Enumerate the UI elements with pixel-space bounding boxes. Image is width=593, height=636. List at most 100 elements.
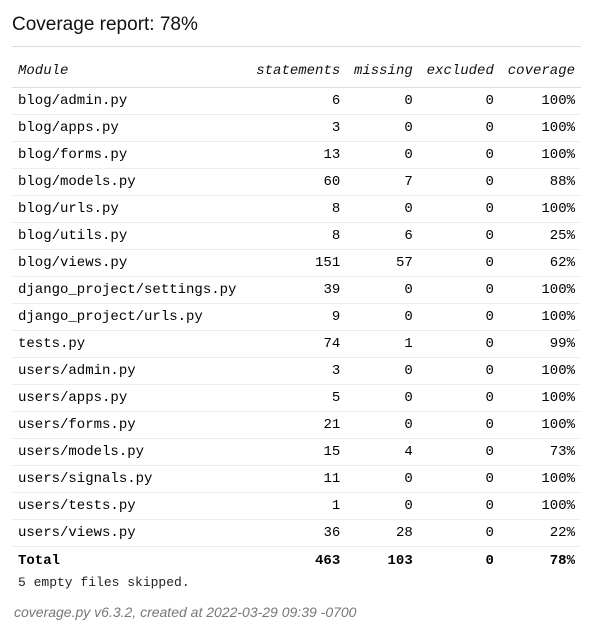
table-row: users/views.py 3628022% xyxy=(12,520,581,547)
table-header-row: Module statements missing excluded cover… xyxy=(12,55,581,88)
cell-missing: 4 xyxy=(346,439,419,466)
total-label: Total xyxy=(12,547,248,574)
cell-excluded: 0 xyxy=(419,277,500,304)
cell-statements: 8 xyxy=(248,196,346,223)
cell-statements: 15 xyxy=(248,439,346,466)
module-link[interactable]: users/admin.py xyxy=(18,363,136,379)
coverage-table: Module statements missing excluded cover… xyxy=(12,55,581,573)
cell-excluded: 0 xyxy=(419,331,500,358)
cell-statements: 6 xyxy=(248,88,346,115)
footer-note: coverage.py v6.3.2, created at 2022-03-2… xyxy=(14,604,581,620)
cell-excluded: 0 xyxy=(419,88,500,115)
cell-missing: 0 xyxy=(346,493,419,520)
cell-excluded: 0 xyxy=(419,493,500,520)
cell-coverage: 22% xyxy=(500,520,581,547)
cell-excluded: 0 xyxy=(419,250,500,277)
cell-missing: 7 xyxy=(346,169,419,196)
cell-excluded: 0 xyxy=(419,385,500,412)
cell-coverage: 100% xyxy=(500,493,581,520)
cell-statements: 3 xyxy=(248,358,346,385)
col-excluded[interactable]: excluded xyxy=(419,55,500,88)
table-row: blog/views.py15157062% xyxy=(12,250,581,277)
cell-excluded: 0 xyxy=(419,520,500,547)
skipped-note: 5 empty files skipped. xyxy=(18,575,581,590)
cell-missing: 0 xyxy=(346,115,419,142)
cell-missing: 0 xyxy=(346,412,419,439)
module-link[interactable]: tests.py xyxy=(18,336,85,352)
module-link[interactable]: blog/utils.py xyxy=(18,228,127,244)
table-row: blog/utils.py86025% xyxy=(12,223,581,250)
module-link[interactable]: users/apps.py xyxy=(18,390,127,406)
cell-missing: 0 xyxy=(346,142,419,169)
table-row: users/admin.py300100% xyxy=(12,358,581,385)
cell-coverage: 100% xyxy=(500,358,581,385)
cell-statements: 13 xyxy=(248,142,346,169)
module-link[interactable]: blog/urls.py xyxy=(18,201,119,217)
total-row: Total 463 103 0 78% xyxy=(12,547,581,574)
col-statements[interactable]: statements xyxy=(248,55,346,88)
table-row: django_project/urls.py900100% xyxy=(12,304,581,331)
cell-missing: 0 xyxy=(346,277,419,304)
module-link[interactable]: blog/forms.py xyxy=(18,147,127,163)
total-coverage: 78% xyxy=(500,547,581,574)
table-row: users/signals.py1100100% xyxy=(12,466,581,493)
cell-statements: 8 xyxy=(248,223,346,250)
cell-coverage: 100% xyxy=(500,196,581,223)
cell-missing: 28 xyxy=(346,520,419,547)
table-row: users/apps.py500100% xyxy=(12,385,581,412)
module-link[interactable]: users/signals.py xyxy=(18,471,152,487)
module-link[interactable]: blog/admin.py xyxy=(18,93,127,109)
table-row: blog/forms.py1300100% xyxy=(12,142,581,169)
cell-statements: 1 xyxy=(248,493,346,520)
cell-statements: 3 xyxy=(248,115,346,142)
module-link[interactable]: users/views.py xyxy=(18,525,136,541)
cell-coverage: 62% xyxy=(500,250,581,277)
cell-missing: 6 xyxy=(346,223,419,250)
total-statements: 463 xyxy=(248,547,346,574)
table-row: django_project/settings.py3900100% xyxy=(12,277,581,304)
cell-coverage: 100% xyxy=(500,412,581,439)
cell-statements: 36 xyxy=(248,520,346,547)
cell-missing: 0 xyxy=(346,385,419,412)
cell-coverage: 100% xyxy=(500,115,581,142)
table-row: blog/models.py607088% xyxy=(12,169,581,196)
module-link[interactable]: blog/models.py xyxy=(18,174,136,190)
table-row: users/models.py 154073% xyxy=(12,439,581,466)
cell-statements: 11 xyxy=(248,466,346,493)
table-row: blog/admin.py600100% xyxy=(12,88,581,115)
table-row: users/tests.py100100% xyxy=(12,493,581,520)
cell-excluded: 0 xyxy=(419,115,500,142)
cell-coverage: 100% xyxy=(500,466,581,493)
col-coverage[interactable]: coverage xyxy=(500,55,581,88)
cell-statements: 9 xyxy=(248,304,346,331)
cell-missing: 0 xyxy=(346,358,419,385)
cell-coverage: 73% xyxy=(500,439,581,466)
module-link[interactable]: users/tests.py xyxy=(18,498,136,514)
cell-statements: 60 xyxy=(248,169,346,196)
module-link[interactable]: users/models.py xyxy=(18,444,144,460)
table-row: users/forms.py2100100% xyxy=(12,412,581,439)
cell-excluded: 0 xyxy=(419,466,500,493)
cell-missing: 0 xyxy=(346,196,419,223)
cell-missing: 0 xyxy=(346,304,419,331)
cell-excluded: 0 xyxy=(419,304,500,331)
cell-missing: 57 xyxy=(346,250,419,277)
module-link[interactable]: blog/views.py xyxy=(18,255,127,271)
module-link[interactable]: django_project/urls.py xyxy=(18,309,203,325)
cell-excluded: 0 xyxy=(419,439,500,466)
cell-statements: 74 xyxy=(248,331,346,358)
total-excluded: 0 xyxy=(419,547,500,574)
page-title: Coverage report: 78% xyxy=(12,14,581,36)
cell-missing: 0 xyxy=(346,466,419,493)
cell-excluded: 0 xyxy=(419,358,500,385)
cell-coverage: 99% xyxy=(500,331,581,358)
module-link[interactable]: blog/apps.py xyxy=(18,120,119,136)
module-link[interactable]: django_project/settings.py xyxy=(18,282,236,298)
cell-coverage: 88% xyxy=(500,169,581,196)
module-link[interactable]: users/forms.py xyxy=(18,417,136,433)
cell-coverage: 100% xyxy=(500,277,581,304)
col-module[interactable]: Module xyxy=(12,55,248,88)
col-missing[interactable]: missing xyxy=(346,55,419,88)
table-row: tests.py741099% xyxy=(12,331,581,358)
cell-excluded: 0 xyxy=(419,142,500,169)
